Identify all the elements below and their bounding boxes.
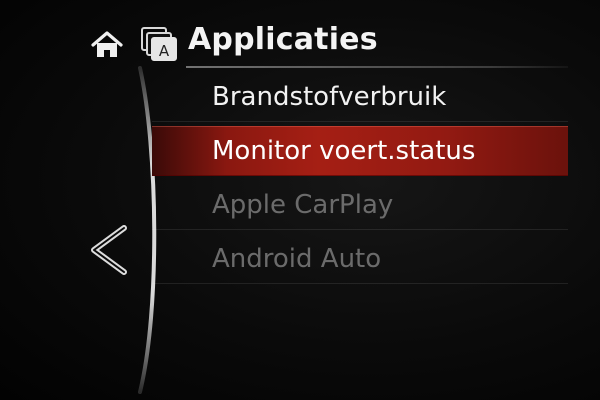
menu-item-android-auto: Android Auto bbox=[152, 234, 568, 284]
applications-menu: Brandstofverbruik Monitor voert.status A… bbox=[0, 0, 600, 400]
menu-item-label: Brandstofverbruik bbox=[212, 82, 447, 112]
menu-item-monitor-voertuigstatus[interactable]: Monitor voert.status bbox=[152, 126, 568, 176]
menu-item-label: Monitor voert.status bbox=[212, 136, 476, 166]
menu-item-brandstofverbruik[interactable]: Brandstofverbruik bbox=[152, 72, 568, 122]
menu-item-label: Apple CarPlay bbox=[212, 190, 394, 220]
infotainment-screen: A Applicaties Brandstofverbruik Monitor … bbox=[0, 0, 600, 400]
menu-item-label: Android Auto bbox=[212, 244, 382, 274]
menu-item-apple-carplay: Apple CarPlay bbox=[152, 180, 568, 230]
